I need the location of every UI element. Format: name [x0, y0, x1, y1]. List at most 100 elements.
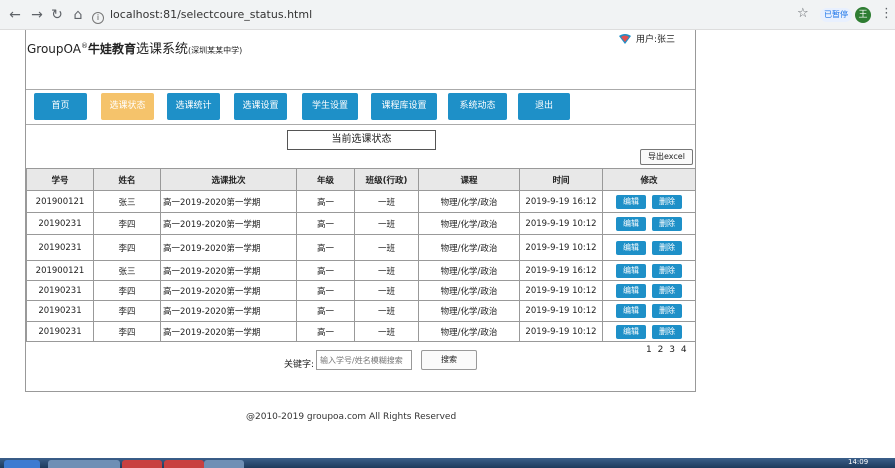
delete-button[interactable]: 删除: [652, 216, 682, 231]
cell-batch: 高一2019-2020第一学期: [160, 234, 297, 261]
table-row: 20190231 李四 高一2019-2020第一学期 高一 一班 物理/化学/政治 201…: [26, 300, 696, 322]
profile-avatar[interactable]: 王: [855, 7, 871, 23]
nav-student-settings[interactable]: 学生设置: [302, 93, 358, 120]
taskbar-app[interactable]: [122, 460, 162, 468]
taskbar-clock: 14:09: [848, 458, 869, 466]
cell-course: 物理/化学/政治: [418, 260, 520, 281]
cell-class: 一班: [354, 190, 419, 213]
page-link[interactable]: 4: [681, 345, 687, 355]
home-icon[interactable]: ⌂: [69, 6, 87, 24]
site-logo: GroupOA®牛娃教育选课系统(深圳某某中学): [27, 38, 242, 57]
reload-icon[interactable]: ↻: [48, 6, 66, 24]
cell-grade: 高一: [296, 234, 355, 261]
keyword-search-input[interactable]: [316, 350, 412, 370]
page-link[interactable]: 1: [646, 345, 652, 355]
cell-name: 李四: [93, 234, 161, 261]
cell-batch: 高一2019-2020第一学期: [160, 212, 297, 235]
cell-grade: 高一: [296, 280, 355, 301]
cell-time: 2019-9-19 16:12: [519, 260, 603, 281]
sync-paused-badge[interactable]: 已暂停: [820, 8, 852, 22]
nav-select-stats[interactable]: 选课统计: [167, 93, 220, 120]
cell-name: 张三: [93, 260, 161, 281]
bookmark-star-icon[interactable]: ☆: [797, 6, 809, 21]
page-title: 当前选课状态: [287, 130, 436, 150]
start-button[interactable]: [4, 460, 40, 468]
cell-name: 张三: [93, 190, 161, 213]
school-name: (深圳某某中学): [188, 46, 243, 55]
cell-actions: 编辑 删除: [602, 300, 696, 322]
user-info: 用户:张三: [618, 32, 675, 45]
nav-select-settings[interactable]: 选课设置: [234, 93, 287, 120]
table-row: 20190231 李四 高一2019-2020第一学期 高一 一班 物理/化学/政治 201…: [26, 321, 696, 342]
pagination: 1 2 3 4: [646, 345, 687, 355]
cell-class: 一班: [354, 321, 419, 342]
cell-course: 物理/化学/政治: [418, 190, 520, 213]
edit-button[interactable]: 编辑: [616, 283, 646, 298]
header-grade: 年级: [296, 168, 355, 191]
cell-student-id: 20190231: [26, 212, 94, 235]
taskbar-app[interactable]: [164, 460, 204, 468]
back-arrow-icon[interactable]: ←: [6, 6, 24, 24]
cell-name: 李四: [93, 212, 161, 235]
nav-home[interactable]: 首页: [34, 93, 87, 120]
forward-arrow-icon[interactable]: →: [28, 6, 46, 24]
delete-button[interactable]: 删除: [652, 324, 682, 339]
cell-batch: 高一2019-2020第一学期: [160, 321, 297, 342]
nav-select-status[interactable]: 选课状态: [101, 93, 154, 120]
cell-class: 一班: [354, 260, 419, 281]
table-header-row: 学号 姓名 选课批次 年级 班级(行政) 课程 时间 修改: [26, 168, 696, 191]
export-excel-button[interactable]: 导出excel: [640, 149, 693, 165]
cell-student-id: 20190231: [26, 234, 94, 261]
table-row: 20190231 李四 高一2019-2020第一学期 高一 一班 物理/化学/政治 201…: [26, 234, 696, 261]
page-link[interactable]: 2: [658, 345, 664, 355]
cell-actions: 编辑 删除: [602, 190, 696, 213]
cell-actions: 编辑 删除: [602, 280, 696, 301]
address-bar[interactable]: i localhost:81/selectcoure_status.html: [92, 5, 592, 25]
table-row: 20190231 李四 高一2019-2020第一学期 高一 一班 物理/化学/政治 201…: [26, 212, 696, 235]
cell-time: 2019-9-19 10:12: [519, 212, 603, 235]
nav-logout[interactable]: 退出: [518, 93, 570, 120]
taskbar-app[interactable]: [204, 460, 244, 468]
cell-class: 一班: [354, 280, 419, 301]
cell-batch: 高一2019-2020第一学期: [160, 260, 297, 281]
nav-course-library-settings[interactable]: 课程库设置: [371, 93, 437, 120]
user-label: 用户:张三: [636, 35, 676, 45]
delete-button[interactable]: 删除: [652, 263, 682, 278]
cell-time: 2019-9-19 10:12: [519, 280, 603, 301]
header-student-id: 学号: [26, 168, 94, 191]
cell-name: 李四: [93, 280, 161, 301]
brand-name: GroupOA: [27, 42, 81, 56]
edit-button[interactable]: 编辑: [616, 194, 646, 209]
cell-time: 2019-9-19 10:12: [519, 300, 603, 322]
cell-student-id: 20190231: [26, 321, 94, 342]
delete-button[interactable]: 删除: [652, 304, 682, 318]
cell-student-id: 201900121: [26, 190, 94, 213]
edit-button[interactable]: 编辑: [616, 263, 646, 278]
delete-button[interactable]: 删除: [652, 283, 682, 298]
system-name: 选课系统: [136, 42, 189, 57]
delete-button[interactable]: 删除: [652, 194, 682, 209]
taskbar-app[interactable]: [80, 460, 120, 468]
cell-course: 物理/化学/政治: [418, 212, 520, 235]
header-course: 课程: [418, 168, 520, 191]
more-menu-icon[interactable]: ⋮: [880, 6, 893, 21]
cell-name: 李四: [93, 300, 161, 322]
cell-class: 一班: [354, 212, 419, 235]
edit-button[interactable]: 编辑: [616, 324, 646, 339]
edit-button[interactable]: 编辑: [616, 304, 646, 318]
selection-status-table: 学号 姓名 选课批次 年级 班级(行政) 课程 时间 修改 201900121 张…: [26, 168, 696, 342]
copyright-footer: @2010-2019 groupoa.com All Rights Reserv…: [246, 412, 457, 422]
cell-student-id: 20190231: [26, 300, 94, 322]
cell-time: 2019-9-19 10:12: [519, 234, 603, 261]
header-class: 班级(行政): [354, 168, 419, 191]
cell-grade: 高一: [296, 212, 355, 235]
page-link[interactable]: 3: [669, 345, 675, 355]
edit-button[interactable]: 编辑: [616, 240, 646, 255]
nav-system-news[interactable]: 系统动态: [448, 93, 507, 120]
brand-registered-mark: ®: [80, 42, 88, 50]
cell-grade: 高一: [296, 300, 355, 322]
info-icon[interactable]: i: [92, 12, 104, 24]
edit-button[interactable]: 编辑: [616, 216, 646, 231]
search-button[interactable]: 搜索: [421, 350, 477, 370]
delete-button[interactable]: 删除: [652, 240, 682, 255]
